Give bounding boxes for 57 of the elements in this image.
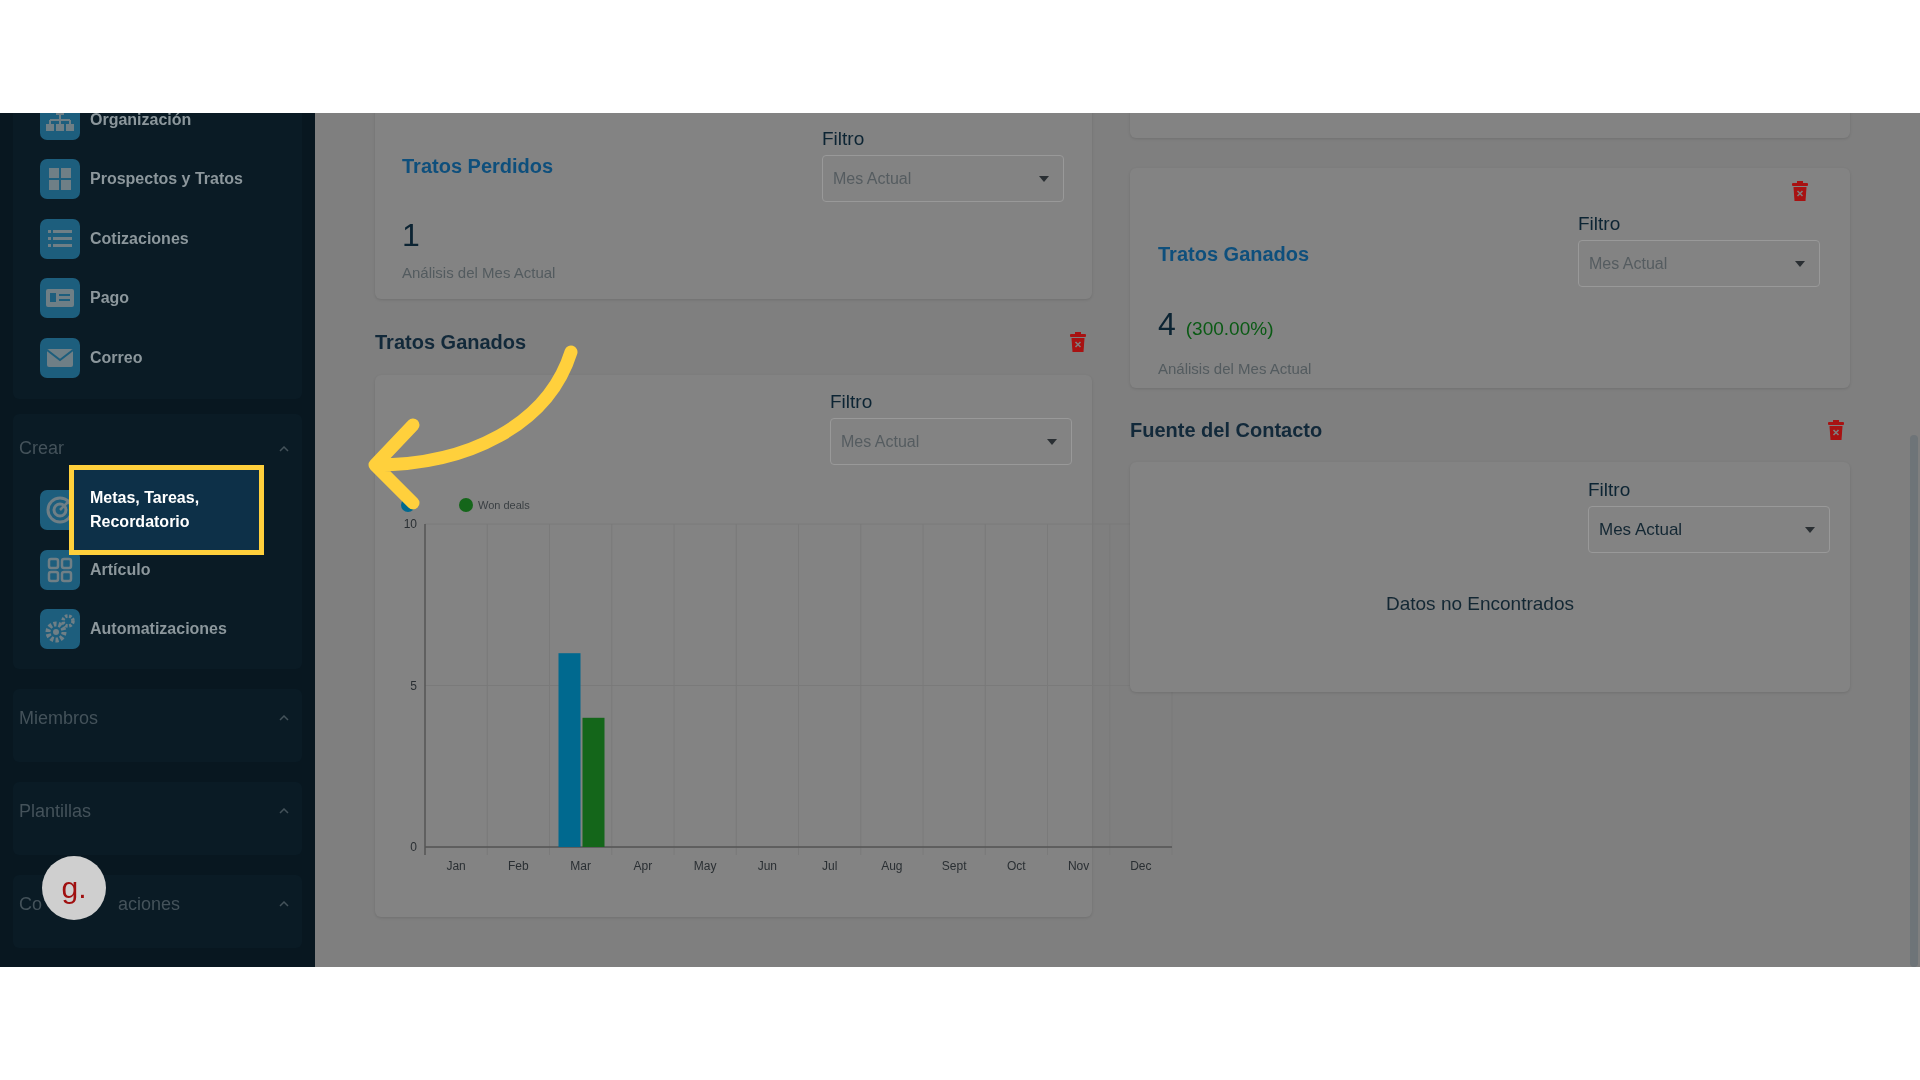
card-title: Tratos Ganados [1158, 243, 1311, 265]
list-icon [40, 218, 80, 259]
filter-label: Filtro [830, 392, 874, 412]
nav-item[interactable]: Cotizaciones [90, 229, 189, 248]
filter-label: Filtro [1578, 214, 1622, 234]
empty-message: Datos no Encontrados [1385, 593, 1575, 615]
caret-icon [1795, 260, 1805, 267]
axis-label: Sept [941, 859, 967, 873]
delete-icon[interactable] [1792, 181, 1808, 201]
axis-label: Feb [508, 859, 529, 873]
chevron-up-icon[interactable] [279, 901, 289, 907]
caret-icon [1805, 526, 1815, 533]
panel-title: Tratos Ganados [375, 330, 527, 354]
delete-icon[interactable] [1070, 332, 1086, 352]
axis-label: Mar [570, 859, 591, 873]
change-percent: (300.00%) [1185, 318, 1274, 340]
envelope-icon [40, 337, 80, 378]
payment-card-icon [40, 278, 80, 319]
axis-label: Jun [757, 859, 778, 873]
legend-dot [459, 498, 473, 512]
axis-label: Apr [633, 859, 653, 873]
nav-item[interactable]: Artículo [90, 560, 151, 579]
filter-label: Filtro [1588, 480, 1632, 500]
axis-label: May [693, 859, 717, 873]
nav-item[interactable]: Prospectos y Tratos [90, 170, 243, 189]
count: 4 [1158, 306, 1176, 342]
axis-label: Nov [1067, 859, 1090, 873]
axis-label: Aug [881, 859, 903, 873]
axis-label: 10 [403, 517, 417, 531]
axis-label: Jan [446, 859, 466, 873]
axis-label: 0 [410, 840, 417, 854]
nav-item[interactable]: Automatizaciones [90, 620, 227, 639]
nav-item[interactable]: Correo [90, 348, 143, 367]
tiles-icon [40, 159, 80, 200]
caret-icon [1047, 438, 1057, 445]
delete-icon[interactable] [1828, 420, 1844, 440]
axis-label: Dec [1130, 859, 1152, 873]
legend-label: Won deals [478, 499, 530, 511]
chevron-up-icon[interactable] [279, 715, 289, 721]
axis-label: Oct [1007, 859, 1026, 873]
help-button[interactable]: g. [42, 856, 106, 920]
count: 1 [402, 217, 421, 253]
nav-item[interactable]: Pago [90, 289, 130, 308]
filter-label: Filtro [822, 129, 866, 149]
gears-icon [40, 609, 80, 650]
caret-icon [1039, 175, 1049, 182]
nav-item[interactable]: Organización [90, 113, 192, 129]
panel-title: Fuente del Contacto [1130, 418, 1323, 442]
card-title: Tratos Perdidos [402, 155, 555, 177]
nav-item[interactable]: Metas, Tareas, Recordatorio [69, 465, 264, 556]
axis-label: Jul [821, 859, 838, 873]
chevron-up-icon[interactable] [279, 808, 289, 814]
chevron-up-icon[interactable] [279, 445, 289, 452]
axis-label: 5 [410, 678, 417, 693]
grid-icon [40, 549, 80, 590]
scrollbar[interactable] [1910, 435, 1918, 967]
filter-dropdown[interactable]: Mes Actual [1588, 506, 1830, 553]
